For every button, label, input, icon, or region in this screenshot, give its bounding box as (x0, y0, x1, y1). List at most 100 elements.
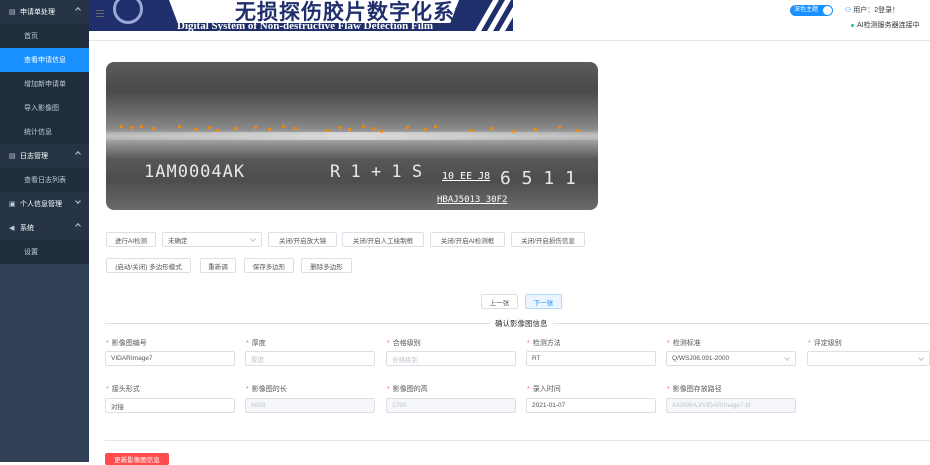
chevron-down-icon (75, 198, 81, 204)
toggle-magnifier-button[interactable]: 关闭/开启放大镜 (268, 232, 337, 247)
label-qualified-level: * 合格级别 (387, 340, 421, 347)
chevron-down-icon (918, 355, 924, 361)
chevron-up-icon (75, 151, 81, 157)
defect-marker (338, 126, 341, 129)
sidebar-group-label: 申请单处理 (20, 9, 55, 16)
entry-time-input[interactable]: 2021-01-07 (526, 398, 656, 413)
label-joint-type: * 接头形式 (106, 386, 140, 393)
toggle-manual-box-button[interactable]: 关闭/开启人工绘制框 (342, 232, 424, 247)
toggle-ai-box-button[interactable]: 关闭/开启AI检测框 (430, 232, 505, 247)
theme-toggle[interactable]: 深色主题 (790, 5, 834, 16)
defect-marker (282, 125, 285, 128)
defect-marker (512, 130, 515, 133)
chevron-up-icon (75, 7, 81, 13)
header-divider (89, 40, 930, 41)
sidebar-group-application[interactable]: ▤ 申请单处理 (0, 0, 89, 24)
label-image-id: * 影像图编号 (106, 340, 147, 347)
film-text-number: 6 5 1 1 (500, 168, 576, 189)
ai-detect-button[interactable]: 进行AI检测 (106, 232, 156, 247)
film-text-stamp: 10 EE J8 (442, 171, 491, 182)
defect-marker (490, 127, 493, 130)
defect-marker (208, 126, 211, 129)
form-divider (105, 440, 930, 441)
section-title: 确认影像图信息 (490, 318, 553, 329)
polygon-mode-button[interactable]: (启动/关闭) 多边形模式 (106, 258, 191, 273)
joint-type-input[interactable]: 对接 (105, 398, 235, 413)
sidebar-group-log[interactable]: ▤ 日志管理 (0, 144, 89, 168)
defect-marker (380, 130, 383, 133)
sidebar-item-settings[interactable]: 设置 (0, 240, 89, 264)
defect-marker (234, 127, 237, 130)
level-select-value: 未确定 (168, 237, 188, 245)
label-image-length: * 影像图的长 (246, 386, 287, 393)
label-rating-level: * 评定级别 (808, 340, 842, 347)
defect-marker (268, 128, 271, 131)
rating-level-select[interactable] (807, 351, 930, 366)
film-image[interactable]: 1AM0004AK R 1 + 1 S 10 EE J8 6 5 1 1 HBA… (106, 62, 598, 210)
save-polygon-button[interactable]: 保存多边形 (244, 258, 294, 273)
next-image-button[interactable]: 下一张 (525, 294, 562, 309)
film-text-bottom: HBAJ5013 30F2 (437, 195, 508, 205)
sidebar-group-system[interactable]: ◀ 系统 (0, 216, 89, 240)
sidebar-item-add-application[interactable]: 增加新申请单 (0, 72, 89, 96)
user-info: ⚇ 用户：2登录！ (845, 5, 899, 15)
sidebar-group-label: 个人信息管理 (20, 201, 62, 208)
toggle-damage-info-button[interactable]: 关闭/开启损伤信息 (511, 232, 585, 247)
prev-image-button[interactable]: 上一张 (481, 294, 518, 309)
chevron-up-icon (75, 223, 81, 229)
sidebar-item-import-image[interactable]: 导入影像图 (0, 96, 89, 120)
document-icon: ▤ (9, 8, 16, 16)
film-text-id: 1AM0004AK (144, 162, 246, 182)
ai-status-text: AI检测服务器连接中 (857, 22, 920, 29)
thickness-input[interactable]: 厚度 (245, 351, 375, 366)
defect-marker (254, 126, 257, 129)
film-text-position: R 1 + 1 S (330, 162, 423, 182)
defect-marker (216, 129, 219, 132)
sidebar-group-label: 系统 (20, 225, 34, 232)
level-select[interactable]: 未确定 (162, 232, 262, 247)
document-icon: ▤ (9, 152, 16, 160)
sidebar-item-statistics[interactable]: 统计信息 (0, 120, 89, 144)
image-path-input: AI0006AJ/VIDARImage7.tif (666, 398, 796, 413)
qualified-level-input[interactable]: 合格级别 (386, 351, 516, 366)
header-banner: 无损探伤胶片数字化系统 Digital System of Non-destru… (89, 0, 513, 31)
label-thickness: * 厚度 (246, 340, 266, 347)
delete-polygon-button[interactable]: 删除多边形 (301, 258, 352, 273)
defect-marker (140, 125, 143, 128)
defect-marker (372, 127, 375, 130)
image-height-input: 1750 (386, 398, 516, 413)
sidebar-group-label: 日志管理 (20, 153, 48, 160)
defect-marker (576, 129, 579, 132)
standard-select[interactable]: Q/WSJ06.091-2000 (666, 351, 796, 366)
defect-marker (348, 128, 351, 131)
hamburger-icon[interactable] (96, 10, 104, 17)
defect-marker (152, 127, 155, 130)
defect-marker (120, 125, 123, 128)
send-icon: ◀ (9, 224, 15, 232)
sidebar-item-log-list[interactable]: 查看日志列表 (0, 168, 89, 192)
sidebar-item-home[interactable]: 首页 (0, 24, 89, 48)
sidebar: ▤ 申请单处理 首页 查看申请信息 增加新申请单 导入影像图 统计信息 ▤ 日志管理… (0, 0, 89, 462)
defect-marker (434, 125, 437, 128)
redraw-button[interactable]: 重新调 (200, 258, 236, 273)
defect-marker (558, 126, 561, 129)
user-icon: ⚇ (845, 7, 854, 14)
label-method: * 检测方法 (527, 340, 561, 347)
defect-marker (194, 128, 197, 131)
defect-marker (424, 128, 427, 131)
ai-status: AI检测服务器连接中 (851, 20, 920, 30)
defect-marker (178, 125, 181, 128)
method-input[interactable]: RT (526, 351, 656, 366)
defect-marker (406, 126, 409, 129)
label-standard: * 检测标准 (667, 340, 701, 347)
image-id-input[interactable]: VIDARImage7 (105, 351, 235, 366)
defect-marker (294, 127, 297, 130)
theme-toggle-label: 深色主题 (794, 7, 819, 13)
sidebar-item-view-application[interactable]: 查看申请信息 (0, 48, 89, 72)
update-image-info-button[interactable]: 更新影像图信息 (105, 453, 169, 465)
system-subtitle: Digital System of Non-destructive Flaw D… (177, 20, 434, 31)
defect-marker (534, 128, 537, 131)
defect-marker (326, 129, 329, 132)
label-image-path: * 影像图存放路径 (667, 386, 722, 393)
sidebar-group-personal[interactable]: ▣ 个人信息管理 (0, 192, 89, 216)
